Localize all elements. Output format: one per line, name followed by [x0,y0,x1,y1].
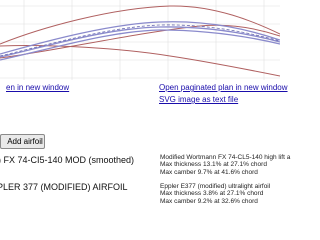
airfoil-1-camber: Max camber 9.7% at 41.6% chord [160,168,258,176]
airfoil-2-name: PLER 377 (MODIFIED) AIRFOIL [0,182,128,192]
airfoil-1-thickness: Max thickness 13.1% at 27.1% chord [160,161,267,169]
airfoil-2-details: Eppler E377 (modified) ultralight airfoi… [160,183,270,205]
airfoil-2-camber: Max camber 9.2% at 32.6% chord [160,197,258,205]
svg-text-file-link[interactable]: SVG image as text file [159,95,238,104]
airfoil-1-outline [0,21,280,61]
airfoil-2-thickness: Max thickness 3.8% at 27.1% chord [160,190,264,198]
airfoil-1-name: ) FX 74-CI5-140 MOD (smoothed) [0,155,135,165]
add-airfoil-button[interactable]: Add airfoil [0,134,45,149]
open-paginated-plan-link[interactable]: Open paginated plan in new window [159,83,288,92]
open-in-new-window-link[interactable]: en in new window [6,83,69,92]
airfoil-1-description: Modified Wortmann FX 74-CL5-140 high lif… [160,154,291,161]
airfoil-plot [0,0,280,80]
airfoil-2-description: Eppler E377 (modified) ultralight airfoi… [160,183,271,190]
airfoil-2-outline [0,5,280,77]
airfoil-1-details: Modified Wortmann FX 74-CL5-140 high lif… [160,154,290,176]
